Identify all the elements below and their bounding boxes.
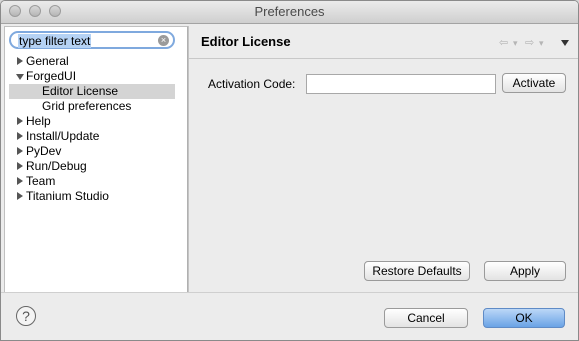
view-menu-icon[interactable] [561, 40, 569, 46]
expand-arrow-icon[interactable] [17, 117, 23, 125]
apply-button[interactable]: Apply [484, 261, 566, 281]
tree-item-grid-preferences[interactable]: Grid preferences [5, 99, 187, 114]
tree-item-editor-license[interactable]: Editor License [9, 84, 175, 99]
ok-button[interactable]: OK [483, 308, 565, 328]
tree-item-label: Titanium Studio [26, 189, 109, 203]
expand-arrow-icon[interactable] [17, 177, 23, 185]
help-icon[interactable]: ? [16, 306, 36, 326]
window-title: Preferences [254, 4, 325, 19]
tree-item-label: General [26, 54, 69, 68]
activation-code-input[interactable] [306, 74, 496, 94]
expand-arrow-icon[interactable] [17, 147, 23, 155]
tree-item-titanium-studio[interactable]: Titanium Studio [5, 189, 187, 204]
tree-item-label: Editor License [42, 84, 119, 98]
tree-item-label: Help [26, 114, 51, 128]
cancel-button[interactable]: Cancel [384, 308, 468, 328]
restore-defaults-button[interactable]: Restore Defaults [364, 261, 470, 281]
clear-filter-icon[interactable]: × [158, 35, 169, 46]
filter-text: type filter text [18, 34, 92, 48]
tree-item-help[interactable]: Help [5, 114, 187, 129]
activation-code-label: Activation Code: [208, 77, 296, 91]
preference-page: Editor License ⇦ ▾ ⇨ ▾ Activation Code: … [188, 26, 578, 292]
dialog-footer: ? Cancel OK [1, 292, 578, 340]
tree-item-label: Run/Debug [26, 159, 87, 173]
expand-arrow-icon[interactable] [17, 162, 23, 170]
tree-item-label: ForgedUI [26, 69, 77, 83]
tree-item-label: Install/Update [26, 129, 100, 143]
tree-item-pydev[interactable]: PyDev [5, 144, 187, 159]
back-icon[interactable]: ⇦ [499, 36, 508, 49]
preferences-tree-pane: type filter text × General ForgedUI Edit… [4, 26, 188, 294]
title-bar: Preferences [1, 1, 578, 24]
tree-item-label: Grid preferences [42, 99, 132, 113]
tree-item-label: Team [26, 174, 56, 188]
divider [189, 58, 578, 59]
forward-icon[interactable]: ⇨ [525, 36, 534, 49]
activate-button[interactable]: Activate [502, 73, 566, 93]
expand-arrow-icon[interactable] [17, 57, 23, 65]
collapse-arrow-icon[interactable] [16, 74, 24, 80]
expand-arrow-icon[interactable] [17, 132, 23, 140]
preferences-window: Preferences type filter text × General F… [0, 0, 579, 341]
tree-item-team[interactable]: Team [5, 174, 187, 189]
tree-item-run-debug[interactable]: Run/Debug [5, 159, 187, 174]
page-title: Editor License [201, 34, 291, 49]
expand-arrow-icon[interactable] [17, 192, 23, 200]
forward-menu-icon[interactable]: ▾ [539, 38, 544, 49]
tree-item-forgedui[interactable]: ForgedUI [5, 69, 187, 84]
tree-item-label: PyDev [26, 144, 62, 158]
back-menu-icon[interactable]: ▾ [513, 38, 518, 49]
tree-item-install-update[interactable]: Install/Update [5, 129, 187, 144]
tree-item-general[interactable]: General [5, 54, 187, 69]
filter-input[interactable]: type filter text × [9, 31, 175, 49]
